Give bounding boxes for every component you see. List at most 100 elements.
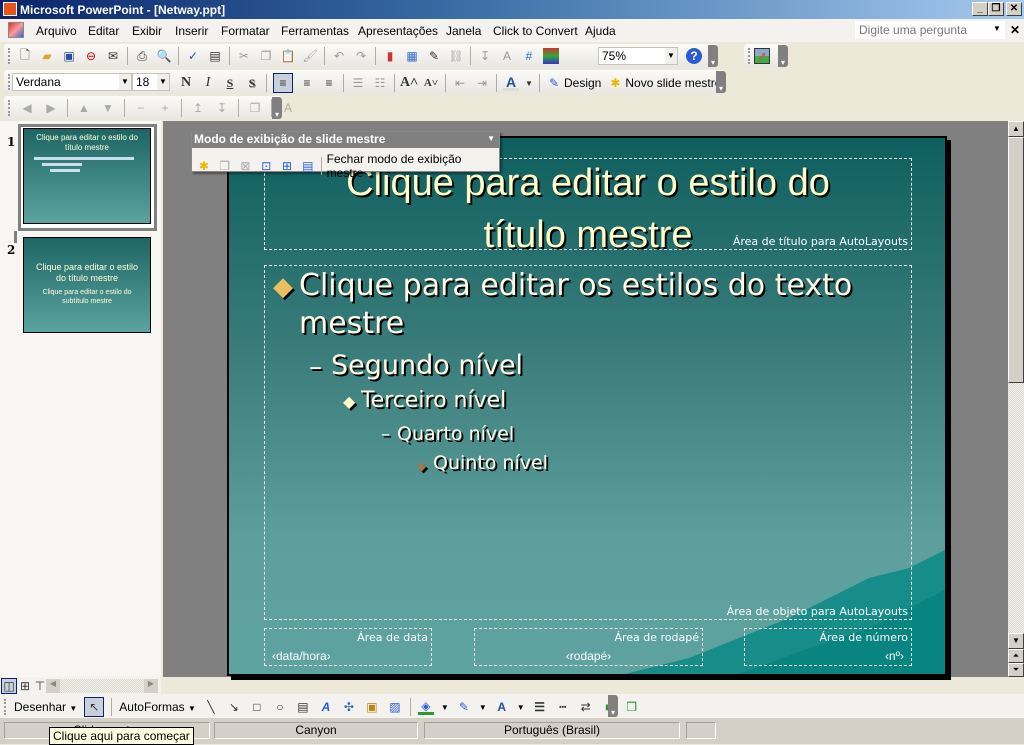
toolbar-grip[interactable] [748, 48, 751, 64]
document-menu-icon[interactable] [8, 22, 24, 38]
previous-slide-button[interactable]: ⏶ [1008, 649, 1024, 663]
3d-style-icon[interactable]: ❒ [624, 699, 640, 715]
toolbar-grip[interactable] [8, 100, 11, 116]
number-placeholder[interactable]: Área de número ‹nº› [744, 628, 912, 666]
underline-button[interactable]: S [222, 75, 238, 91]
spelling-icon[interactable]: ✓ [185, 48, 201, 64]
toolbar-grip[interactable] [8, 74, 11, 90]
autoshapes-menu-button[interactable]: AutoFormas ▼ [119, 700, 196, 714]
redo-icon[interactable]: ↷ [353, 48, 369, 64]
scroll-right-button[interactable]: ▶ [144, 679, 158, 693]
print-icon[interactable]: ⎙ [134, 48, 150, 64]
paste-icon[interactable]: 📋 [280, 48, 296, 64]
hyperlink-icon[interactable]: ⛓ [448, 48, 464, 64]
next-slide-button[interactable]: ⏷ [1008, 663, 1024, 677]
menu-janela[interactable]: Janela [446, 24, 481, 38]
date-placeholder[interactable]: Área de data ‹data/hora› [264, 628, 432, 666]
fill-color-icon[interactable]: ◈ [417, 699, 434, 715]
line-style-icon[interactable]: ☰ [532, 699, 548, 715]
format-painter-icon[interactable]: 🖌 [302, 48, 318, 64]
grid-icon[interactable]: # [521, 48, 537, 64]
permission-icon[interactable]: ⊖ [83, 48, 99, 64]
select-objects-icon[interactable]: ↖ [84, 697, 105, 717]
align-left-button[interactable]: ≡ [273, 73, 293, 93]
scroll-thumb[interactable] [1008, 137, 1024, 383]
design-button[interactable]: ✎ Design [546, 75, 601, 91]
table-icon[interactable]: ▦ [404, 48, 420, 64]
select-picture-icon[interactable]: ➚ [754, 48, 770, 64]
toolbar-options-icon[interactable]: ▾ [272, 97, 282, 119]
font-color-icon[interactable]: A [494, 699, 510, 715]
expand-icon[interactable]: ↧ [477, 48, 493, 64]
zoom-combo[interactable]: 75% ▼ [598, 47, 678, 65]
menu-ajuda[interactable]: Ajuda [585, 24, 616, 38]
menu-exibir[interactable]: Exibir [132, 24, 162, 38]
clip-art-icon[interactable]: ▣ [364, 699, 380, 715]
undo-icon[interactable]: ↶ [331, 48, 347, 64]
normal-view-icon[interactable]: ◫ [1, 678, 17, 694]
move-down-icon[interactable]: ▼ [100, 100, 116, 116]
close-master-view-button[interactable]: Fechar modo de exibição mestre [327, 152, 499, 180]
wordart-icon[interactable]: A [318, 699, 334, 715]
vertical-scrollbar[interactable]: ▲ ▼ ⏶ ⏷ [1008, 121, 1024, 677]
insert-picture-icon[interactable]: ▨ [387, 699, 403, 715]
footer-placeholder[interactable]: Área de rodapé ‹rodapé› [474, 628, 703, 666]
restore-button[interactable]: ❐ [988, 2, 1004, 16]
close-document-button[interactable]: ✕ [1010, 23, 1020, 37]
align-center-button[interactable]: ≡ [299, 75, 315, 91]
insert-new-title-master-icon[interactable]: ❐ [217, 158, 233, 174]
tables-borders-icon[interactable]: ✎ [426, 48, 442, 64]
font-dropdown-icon[interactable]: ▼ [119, 74, 131, 90]
toolbar-options-icon[interactable]: ▾ [778, 45, 788, 67]
italic-button[interactable]: I [200, 75, 216, 91]
toolbar-grip[interactable] [4, 699, 7, 715]
draw-menu-button[interactable]: Desenhar ▼ [14, 700, 77, 714]
open-icon[interactable]: ▰ [39, 48, 55, 64]
arrow-style-icon[interactable]: ⇄ [578, 699, 594, 715]
rename-master-icon[interactable]: ⊞ [279, 158, 295, 174]
align-right-button[interactable]: ≡ [321, 75, 337, 91]
scroll-down-button[interactable]: ▼ [1008, 633, 1024, 649]
toolbar-options-icon[interactable]: ▾ [716, 71, 726, 93]
slide-sorter-view-icon[interactable]: ⊞ [17, 678, 33, 694]
slide-thumbnail-1[interactable]: Clique para editar o estilo do título me… [23, 128, 151, 224]
expand-all-icon[interactable]: ↧ [214, 100, 230, 116]
text-box-icon[interactable]: ▤ [295, 699, 311, 715]
menu-ferramentas[interactable]: Ferramentas [281, 24, 349, 38]
menu-click-to-convert[interactable]: Click to Convert [493, 24, 578, 38]
dropdown-icon[interactable]: ▼ [517, 703, 525, 712]
menu-arquivo[interactable]: Arquivo [36, 24, 77, 38]
decrease-font-icon[interactable]: A˅ [423, 75, 439, 91]
line-color-icon[interactable]: ✎ [456, 699, 472, 715]
toolbar-options-icon[interactable]: ▾ [608, 695, 618, 717]
expand-icon[interactable]: + [157, 100, 173, 116]
scroll-up-button[interactable]: ▲ [1008, 121, 1024, 137]
promote-icon[interactable]: ◀ [19, 100, 35, 116]
body-placeholder[interactable]: ◆ Clique para editar os estilos do texto… [264, 265, 912, 620]
decrease-indent-icon[interactable]: ⇤ [452, 75, 468, 91]
menu-apresentacoes[interactable]: Apresentações [358, 24, 438, 38]
new-master-slide-button[interactable]: ✱ Novo slide mestre [607, 75, 721, 91]
dash-style-icon[interactable]: ┅ [555, 699, 571, 715]
summary-slide-icon[interactable]: ❐ [247, 100, 263, 116]
horizontal-scrollbar[interactable]: ◀ ▶ [46, 679, 158, 693]
email-icon[interactable]: ✉ [105, 48, 121, 64]
color-grayscale-icon[interactable] [543, 48, 559, 64]
preserve-master-icon[interactable]: ⊡ [258, 158, 274, 174]
show-formatting-icon[interactable]: A [280, 100, 296, 116]
cut-icon[interactable]: ✂ [236, 48, 252, 64]
show-formatting-icon[interactable]: A [499, 48, 515, 64]
numbering-icon[interactable]: ☰ [350, 75, 366, 91]
dropdown-icon[interactable]: ▼ [441, 703, 449, 712]
oval-icon[interactable]: ○ [272, 699, 288, 715]
copy-icon[interactable]: ❐ [258, 48, 274, 64]
rectangle-icon[interactable]: □ [249, 699, 265, 715]
research-icon[interactable]: ▤ [207, 48, 223, 64]
arrow-icon[interactable]: ↘ [226, 699, 242, 715]
help-icon[interactable]: ? [686, 48, 702, 64]
demote-icon[interactable]: ▶ [43, 100, 59, 116]
chart-icon[interactable]: ▮ [382, 48, 398, 64]
master-slide[interactable]: Clique para editar o estilo do título me… [227, 136, 947, 676]
shadow-button[interactable]: S [244, 75, 260, 91]
size-dropdown-icon[interactable]: ▼ [157, 74, 169, 90]
